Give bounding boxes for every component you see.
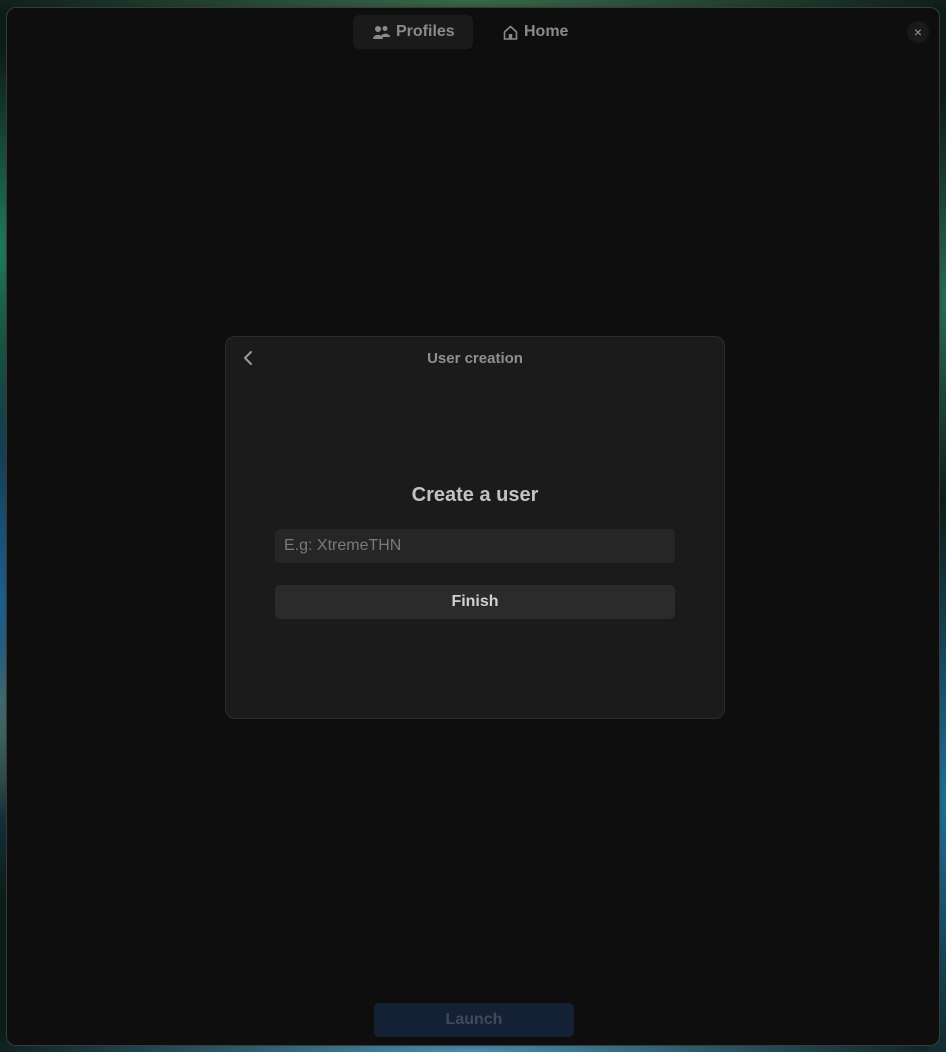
home-icon <box>503 25 518 40</box>
tab-profiles[interactable]: Profiles <box>353 15 473 49</box>
tab-home[interactable]: Home <box>483 15 583 49</box>
create-user-heading: Create a user <box>411 484 539 506</box>
close-icon: × <box>913 24 923 40</box>
user-creation-dialog: User creation Create a user Finish <box>225 336 725 719</box>
dialog-title: User creation <box>427 350 523 367</box>
app-window: Profiles Home × User creation Create a u… <box>6 7 940 1046</box>
tab-home-label: Home <box>524 23 569 40</box>
finish-button[interactable]: Finish <box>275 585 675 619</box>
close-button[interactable]: × <box>907 21 929 43</box>
username-input[interactable] <box>275 529 675 563</box>
tab-profiles-label: Profiles <box>396 23 455 40</box>
launch-button[interactable]: Launch <box>374 1003 574 1037</box>
users-icon <box>373 25 390 40</box>
